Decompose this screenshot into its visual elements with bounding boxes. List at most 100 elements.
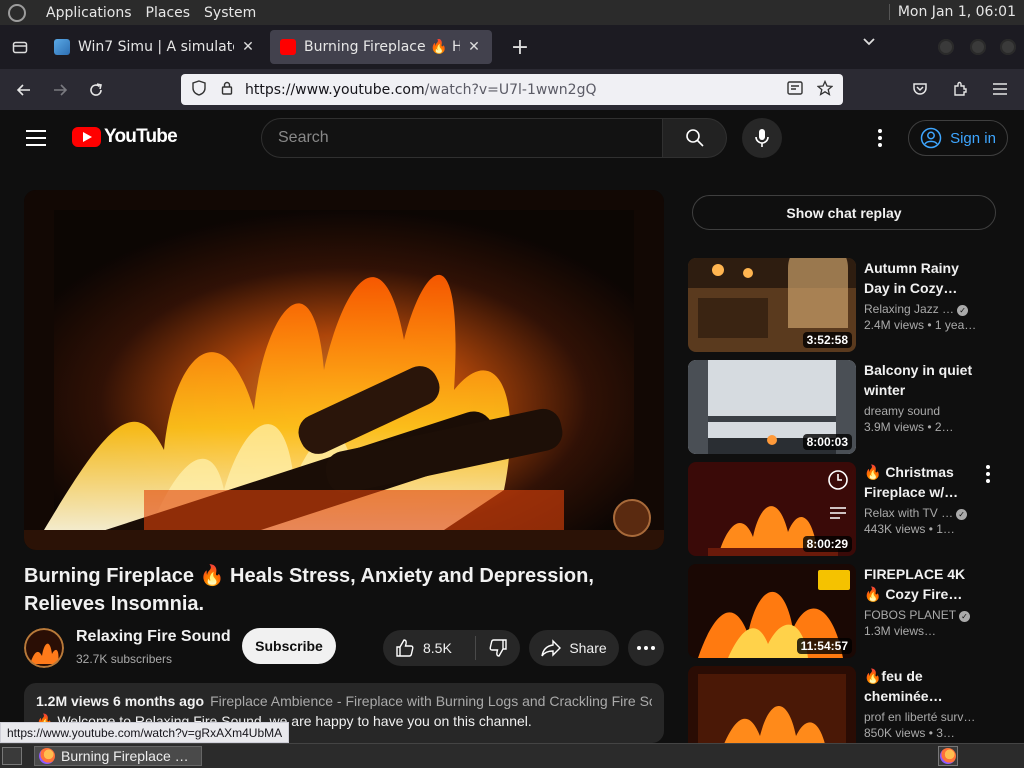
show-desktop-button[interactable] xyxy=(2,747,22,765)
youtube-play-icon xyxy=(72,127,101,147)
system-logo-icon[interactable] xyxy=(8,3,26,22)
video-thumbnail[interactable]: 8:00:03 xyxy=(688,360,856,454)
taskbar-window-item[interactable]: Burning Fireplace … xyxy=(34,746,202,766)
youtube-header: YouTube Sign in xyxy=(0,110,1024,166)
video-title: Burning Fireplace 🔥 Heals Stress, Anxiet… xyxy=(24,565,594,615)
recommended-meta: 1.3M views… xyxy=(864,624,937,638)
lock-icon[interactable] xyxy=(213,81,241,99)
taskbar-window-label: Burning Fireplace … xyxy=(61,748,189,764)
recommended-meta: 2.4M views • 1 yea… xyxy=(864,318,977,332)
tab-close-icon[interactable]: ✕ xyxy=(240,39,256,55)
share-label: Share xyxy=(569,640,607,656)
close-window-button[interactable] xyxy=(1000,39,1016,55)
search-icon xyxy=(685,129,704,147)
subscribe-button[interactable]: Subscribe xyxy=(242,628,336,664)
search-button[interactable] xyxy=(663,118,727,158)
recommended-channel[interactable]: dreamy sound xyxy=(864,404,980,418)
share-button[interactable]: Share xyxy=(529,630,619,666)
search-box xyxy=(261,118,663,158)
browser-nav-bar: https://www.youtube.com/watch?v=U7l-1wwn… xyxy=(0,69,1024,110)
tabs-list-icon xyxy=(12,41,28,54)
app-menu-button[interactable] xyxy=(982,73,1018,105)
tab-close-icon[interactable]: ✕ xyxy=(466,39,482,55)
recommended-channel[interactable]: FOBOS PLANET xyxy=(864,608,956,622)
voice-search-button[interactable] xyxy=(742,118,782,158)
sign-in-button[interactable]: Sign in xyxy=(908,120,1008,156)
reader-mode-icon[interactable] xyxy=(781,80,809,99)
recommended-meta: 850K views • 3… xyxy=(864,726,955,740)
video-duration: 8:00:03 xyxy=(802,434,852,450)
recommended-title[interactable]: 🔥 Christmas Fireplace w/… xyxy=(864,462,980,502)
like-count: 8.5K xyxy=(423,640,452,656)
tab-title: Win7 Simu | A simulator of W xyxy=(78,39,234,55)
shield-icon[interactable] xyxy=(185,79,213,100)
menu-applications[interactable]: Applications xyxy=(46,5,132,21)
video-duration: 11:54:57 xyxy=(796,638,852,654)
channel-avatar[interactable] xyxy=(24,628,64,668)
recommended-channel[interactable]: Relaxing Jazz … xyxy=(864,302,954,316)
hamburger-menu-icon xyxy=(993,83,1007,95)
recommended-video[interactable]: 11:54:57 FIREPLACE 4K 🔥 Cozy Fire… FOBOS… xyxy=(688,564,1000,660)
maximize-button[interactable] xyxy=(970,39,986,55)
channel-row: Relaxing Fire Sound 32.7K subscribers Su… xyxy=(24,626,664,670)
arrow-right-icon xyxy=(54,83,68,96)
workspace-switcher[interactable] xyxy=(938,746,958,766)
tab-burning-fireplace[interactable]: Burning Fireplace 🔥 Heals S ✕ xyxy=(270,30,492,64)
system-clock[interactable]: Mon Jan 1, 06:01 xyxy=(888,4,1016,20)
channel-name[interactable]: Relaxing Fire Sound xyxy=(76,628,231,646)
verified-check-icon: ✓ xyxy=(959,611,971,622)
like-dislike-group: 8.5K xyxy=(383,630,520,666)
video-thumbnail[interactable]: 8:00:29 xyxy=(688,462,856,556)
recommended-video[interactable]: 8:00:03 Balcony in quiet winter mountain… xyxy=(688,360,1000,456)
menu-system[interactable]: System xyxy=(204,5,256,21)
sign-in-label: Sign in xyxy=(950,129,996,147)
video-duration: 3:52:58 xyxy=(802,332,852,348)
reload-button[interactable] xyxy=(78,74,114,106)
settings-more-icon[interactable] xyxy=(870,126,890,150)
new-tab-button[interactable]: + xyxy=(504,31,536,63)
more-actions-button[interactable] xyxy=(628,630,664,666)
forward-button[interactable] xyxy=(42,74,78,106)
recommended-video[interactable]: 3:52:58 Autumn Rainy Day in Cozy… Relaxi… xyxy=(688,258,1000,354)
recommended-channel[interactable]: Relax with TV … xyxy=(864,506,953,520)
show-chat-replay-button[interactable]: Show chat replay xyxy=(692,195,996,230)
menu-places[interactable]: Places xyxy=(146,5,191,21)
video-player[interactable] xyxy=(24,190,664,550)
extensions-button[interactable] xyxy=(942,73,978,105)
tab-list-button[interactable] xyxy=(0,25,40,69)
guide-menu-icon[interactable] xyxy=(26,130,46,146)
recommended-title[interactable]: Autumn Rainy Day in Cozy… xyxy=(864,258,980,298)
arrow-left-icon xyxy=(16,83,30,96)
thumbs-up-icon xyxy=(396,639,414,657)
address-bar[interactable]: https://www.youtube.com/watch?v=U7l-1wwn… xyxy=(181,74,843,105)
video-thumbnail[interactable]: 11:54:57 xyxy=(688,564,856,658)
url-path: /watch?v=U7l-1wwn2gQ xyxy=(424,81,597,98)
minimize-button[interactable] xyxy=(938,39,954,55)
fireplace-video-frame xyxy=(24,190,664,550)
browser-tab-bar: Win7 Simu | A simulator of W ✕ Burning F… xyxy=(0,25,1024,69)
recommended-title[interactable]: 🔥feu de cheminée… xyxy=(864,666,980,706)
back-button[interactable] xyxy=(6,74,42,106)
recommended-channel[interactable]: prof en liberté surv… xyxy=(864,710,980,724)
video-thumbnail[interactable]: 3:52:58 xyxy=(688,258,856,352)
youtube-wordmark: YouTube xyxy=(104,126,178,147)
description-tags: Fireplace Ambience - Fireplace with Burn… xyxy=(210,693,652,709)
pocket-button[interactable] xyxy=(902,73,938,105)
action-menu-icon[interactable] xyxy=(982,464,994,484)
youtube-logo[interactable]: YouTube xyxy=(72,126,178,148)
like-button[interactable]: 8.5K xyxy=(383,630,475,666)
tab-win7-simu[interactable]: Win7 Simu | A simulator of W ✕ xyxy=(44,30,266,64)
dislike-button[interactable] xyxy=(476,630,520,666)
chevron-down-icon[interactable] xyxy=(862,35,876,51)
recommended-meta: 3.9M views • 2… xyxy=(864,420,954,434)
recommended-title[interactable]: Balcony in quiet winter mountain… xyxy=(864,360,980,400)
search-input[interactable] xyxy=(278,129,662,147)
globe-favicon-icon xyxy=(54,39,70,55)
url-host: https://www.youtube.com xyxy=(245,81,425,98)
firefox-icon xyxy=(39,748,55,764)
bookmark-star-icon[interactable] xyxy=(811,79,839,100)
recommended-title[interactable]: FIREPLACE 4K 🔥 Cozy Fire… xyxy=(864,564,980,604)
recommended-video[interactable]: 8:00:29 🔥 Christmas Fireplace w/… Relax … xyxy=(688,462,1000,558)
verified-check-icon: ✓ xyxy=(956,509,968,520)
views-and-date: 1.2M views 6 months ago xyxy=(36,693,205,709)
